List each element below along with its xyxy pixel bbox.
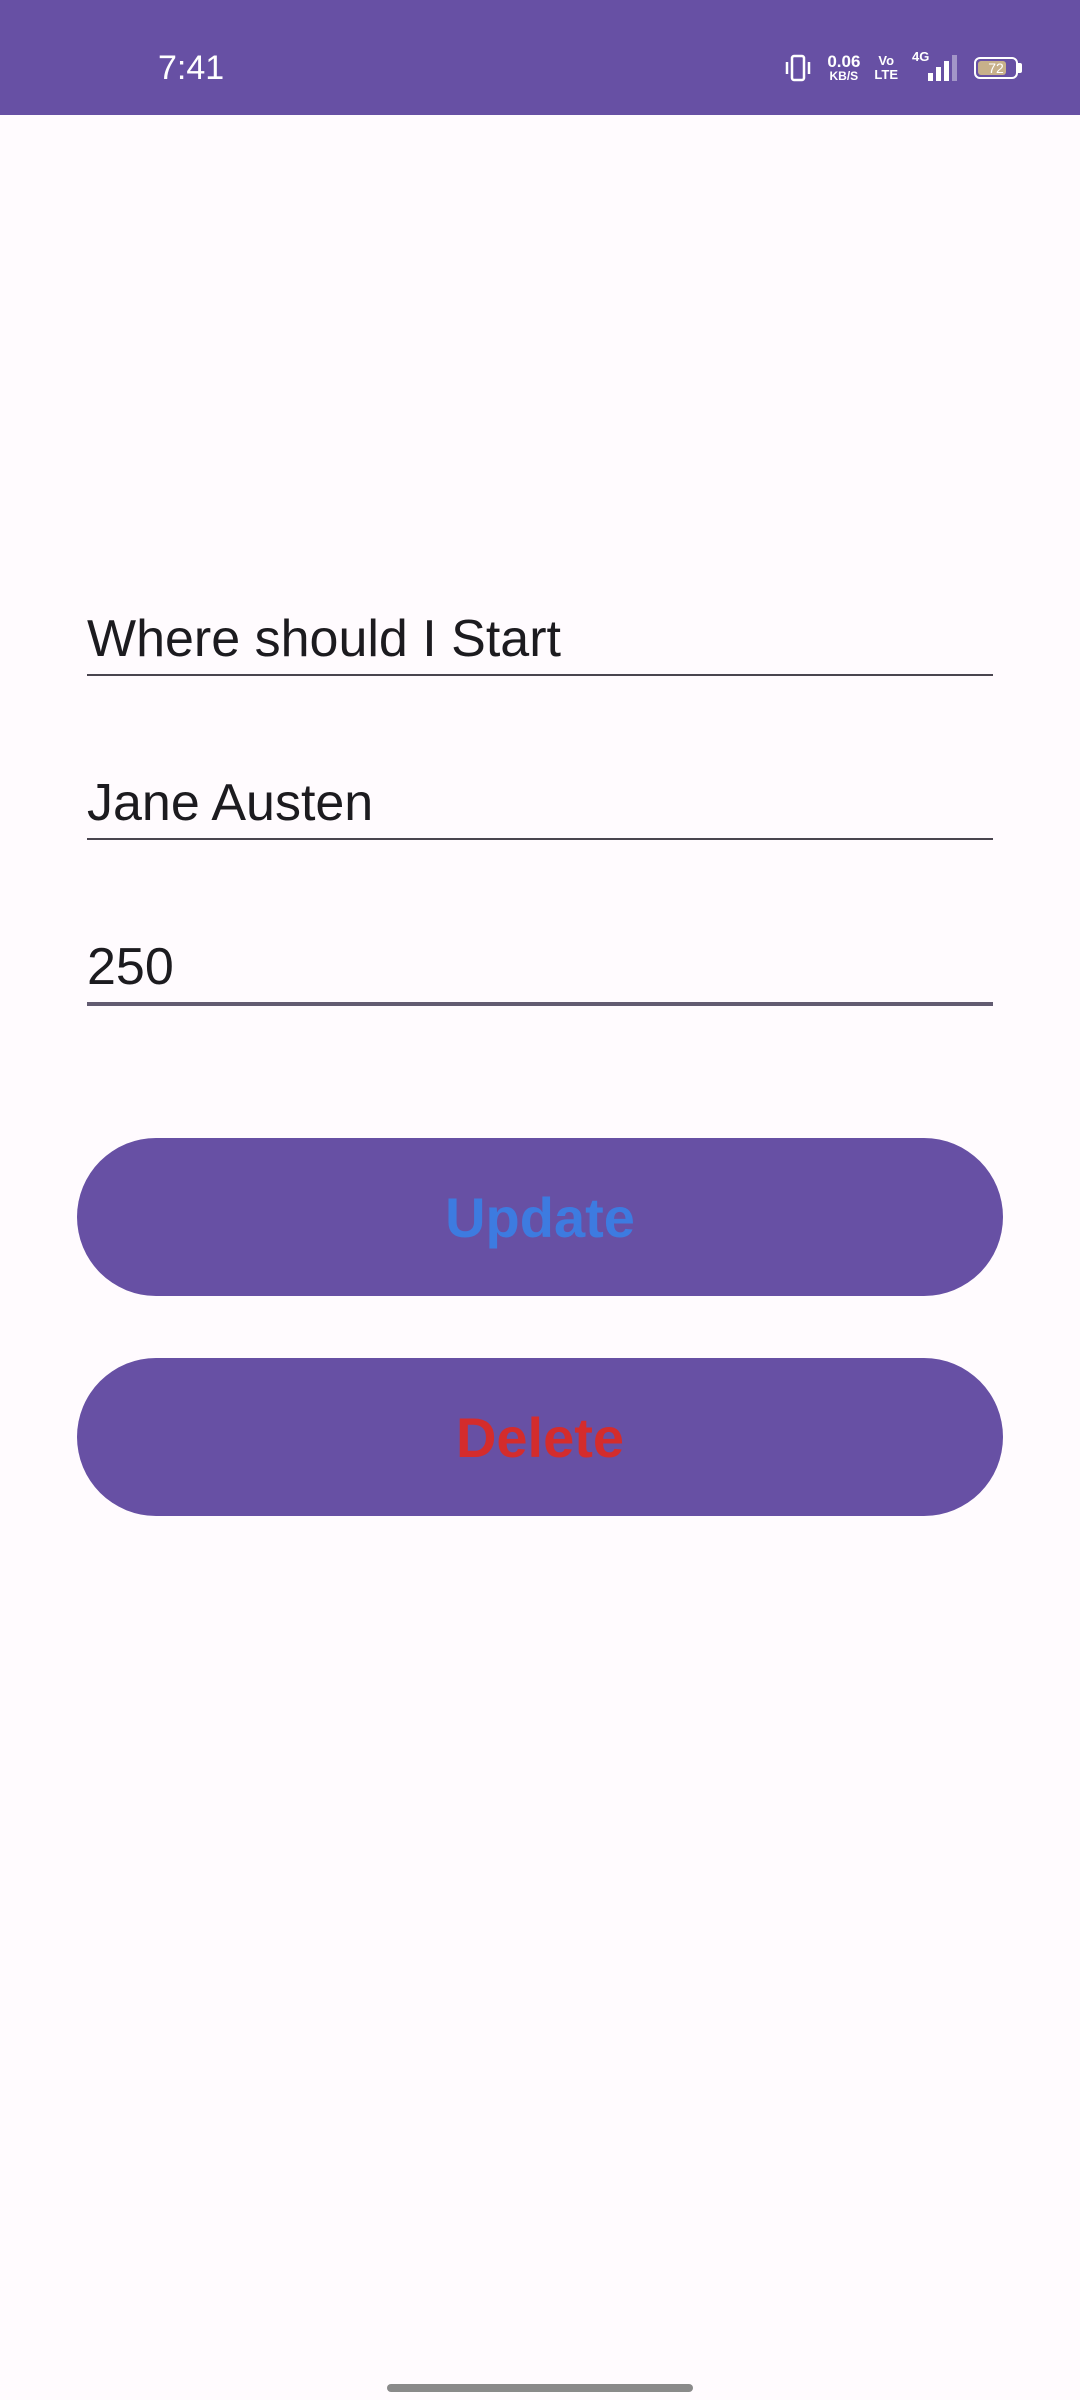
battery-icon: 72 [974,57,1022,79]
title-input[interactable] [87,604,993,674]
pages-field [87,932,993,1006]
update-button[interactable]: Update [77,1138,1003,1296]
title-field [87,604,993,676]
pages-input[interactable] [87,932,993,1002]
signal-4g-icon: 4G [912,49,960,83]
volte-bottom-label: LTE [874,67,898,82]
network-speed-value: 0.06 [827,52,861,71]
gesture-nav-handle[interactable] [387,2384,693,2392]
book-edit-screen: 7:41 0.06 KB/S Vo LTE 4G 72 Where should… [0,0,1080,2400]
battery-level: 72 [988,60,1004,76]
status-bar: 7:41 0.06 KB/S Vo LTE 4G 72 [0,0,1080,115]
battery-tip [1018,63,1022,73]
volte-icon: Vo LTE [874,54,898,82]
vibrate-icon [783,54,813,82]
delete-button[interactable]: Delete [77,1358,1003,1516]
author-input[interactable] [87,768,993,838]
network-speed: 0.06 KB/S [827,52,861,83]
volte-top-label: Vo [878,53,895,68]
status-icons: 0.06 KB/S Vo LTE 4G 72 [783,48,1022,88]
network-speed-unit: KB/S [829,69,859,83]
battery-body: 72 [974,57,1018,79]
author-field [87,768,993,840]
status-time: 7:41 [158,49,225,87]
network-type-label: 4G [912,49,930,64]
